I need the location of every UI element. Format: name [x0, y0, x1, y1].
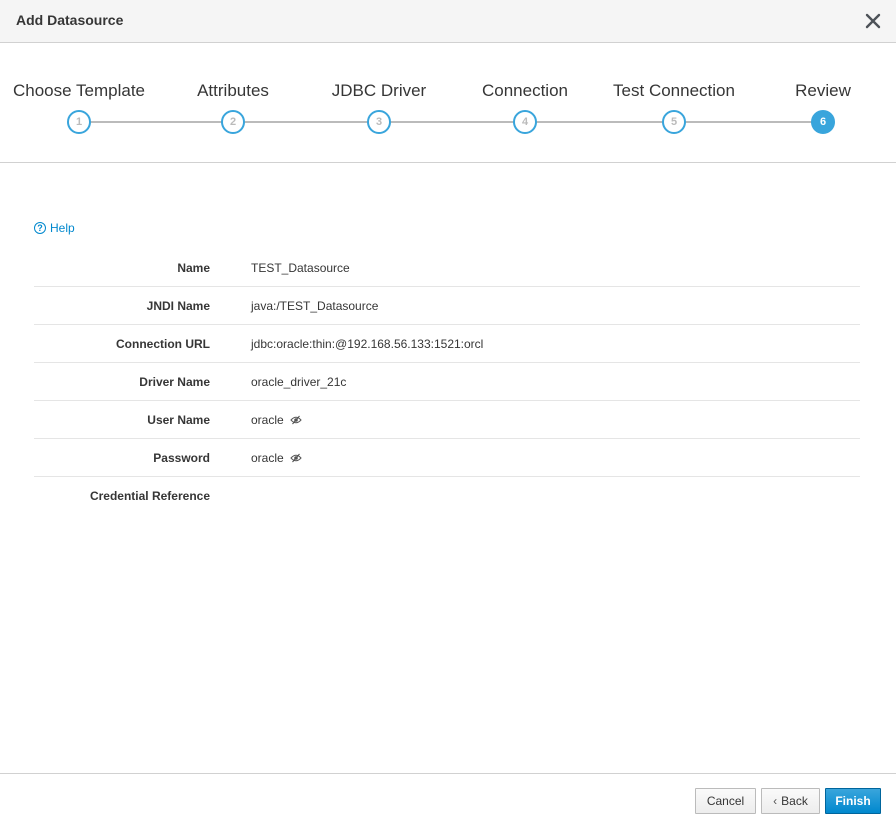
- row-value-text: TEST_Datasource: [251, 261, 350, 275]
- row-label: Driver Name: [139, 375, 210, 389]
- row-label: Credential Reference: [89, 489, 210, 503]
- wizard-step-number-active[interactable]: 6: [811, 110, 835, 134]
- row-label: Name: [177, 261, 210, 275]
- review-row-password: Password oracle: [34, 439, 860, 477]
- modal-header: Add Datasource: [0, 0, 896, 43]
- close-icon[interactable]: [864, 11, 882, 31]
- wizard-step-number[interactable]: 3: [367, 110, 391, 134]
- review-row-name: Name TEST_Datasource: [34, 249, 860, 287]
- review-row-connection-url: Connection URL jdbc:oracle:thin:@192.168…: [34, 325, 860, 363]
- help-label: Help: [50, 221, 75, 235]
- row-value: java:/TEST_Datasource: [251, 299, 378, 313]
- review-row-user-name: User Name oracle: [34, 401, 860, 439]
- review-row-driver-name: Driver Name oracle_driver_21c: [34, 363, 860, 401]
- wizard-step-label: Connection: [481, 81, 568, 100]
- modal-title: Add Datasource: [16, 12, 124, 28]
- wizard-step-label: JDBC Driver: [331, 81, 427, 100]
- row-value-text: oracle: [251, 413, 284, 427]
- question-circle-icon: ?: [34, 222, 46, 234]
- back-button[interactable]: ‹ Back: [761, 788, 820, 814]
- row-value: jdbc:oracle:thin:@192.168.56.133:1521:or…: [251, 337, 483, 351]
- wizard-step-number[interactable]: 4: [513, 110, 537, 134]
- row-value-text: oracle_driver_21c: [251, 375, 347, 389]
- row-value: TEST_Datasource: [251, 261, 350, 275]
- wizard-progress-line: [79, 121, 823, 123]
- wizard-step-number[interactable]: 5: [662, 110, 686, 134]
- back-button-label: Back: [781, 794, 808, 808]
- row-label: Connection URL: [116, 337, 210, 351]
- eye-slash-icon[interactable]: [290, 415, 302, 425]
- modal-footer: Cancel ‹ Back Finish: [0, 773, 896, 827]
- review-row-credential-reference: Credential Reference: [34, 477, 860, 514]
- review-row-jndi-name: JNDI Name java:/TEST_Datasource: [34, 287, 860, 325]
- row-value: oracle: [251, 413, 302, 427]
- row-value: oracle_driver_21c: [251, 375, 346, 389]
- wizard-step-label: Choose Template: [13, 81, 145, 100]
- finish-button[interactable]: Finish: [825, 788, 881, 814]
- wizard-step-number[interactable]: 1: [67, 110, 91, 134]
- row-value-text: oracle: [251, 451, 284, 465]
- row-label: User Name: [147, 413, 210, 427]
- chevron-left-icon: ‹: [773, 794, 778, 808]
- row-value: oracle: [251, 451, 302, 465]
- cancel-button[interactable]: Cancel: [695, 788, 756, 814]
- wizard-step-number[interactable]: 2: [221, 110, 245, 134]
- wizard-step-label: Attributes: [197, 81, 269, 100]
- wizard-step-label: Review: [795, 81, 851, 100]
- wizard-step-label: Test Connection: [613, 81, 735, 100]
- row-label: Password: [153, 451, 210, 465]
- eye-slash-icon[interactable]: [290, 453, 302, 463]
- review-table: Name TEST_Datasource JNDI Name java:/TES…: [34, 249, 860, 514]
- help-link[interactable]: ? Help: [34, 221, 75, 235]
- row-label: JNDI Name: [146, 299, 210, 313]
- row-value-text: java:/TEST_Datasource: [251, 299, 379, 313]
- wizard-steps: Choose Template 1 Attributes 2 JDBC Driv…: [0, 44, 896, 163]
- row-value-text: jdbc:oracle:thin:@192.168.56.133:1521:or…: [251, 337, 484, 351]
